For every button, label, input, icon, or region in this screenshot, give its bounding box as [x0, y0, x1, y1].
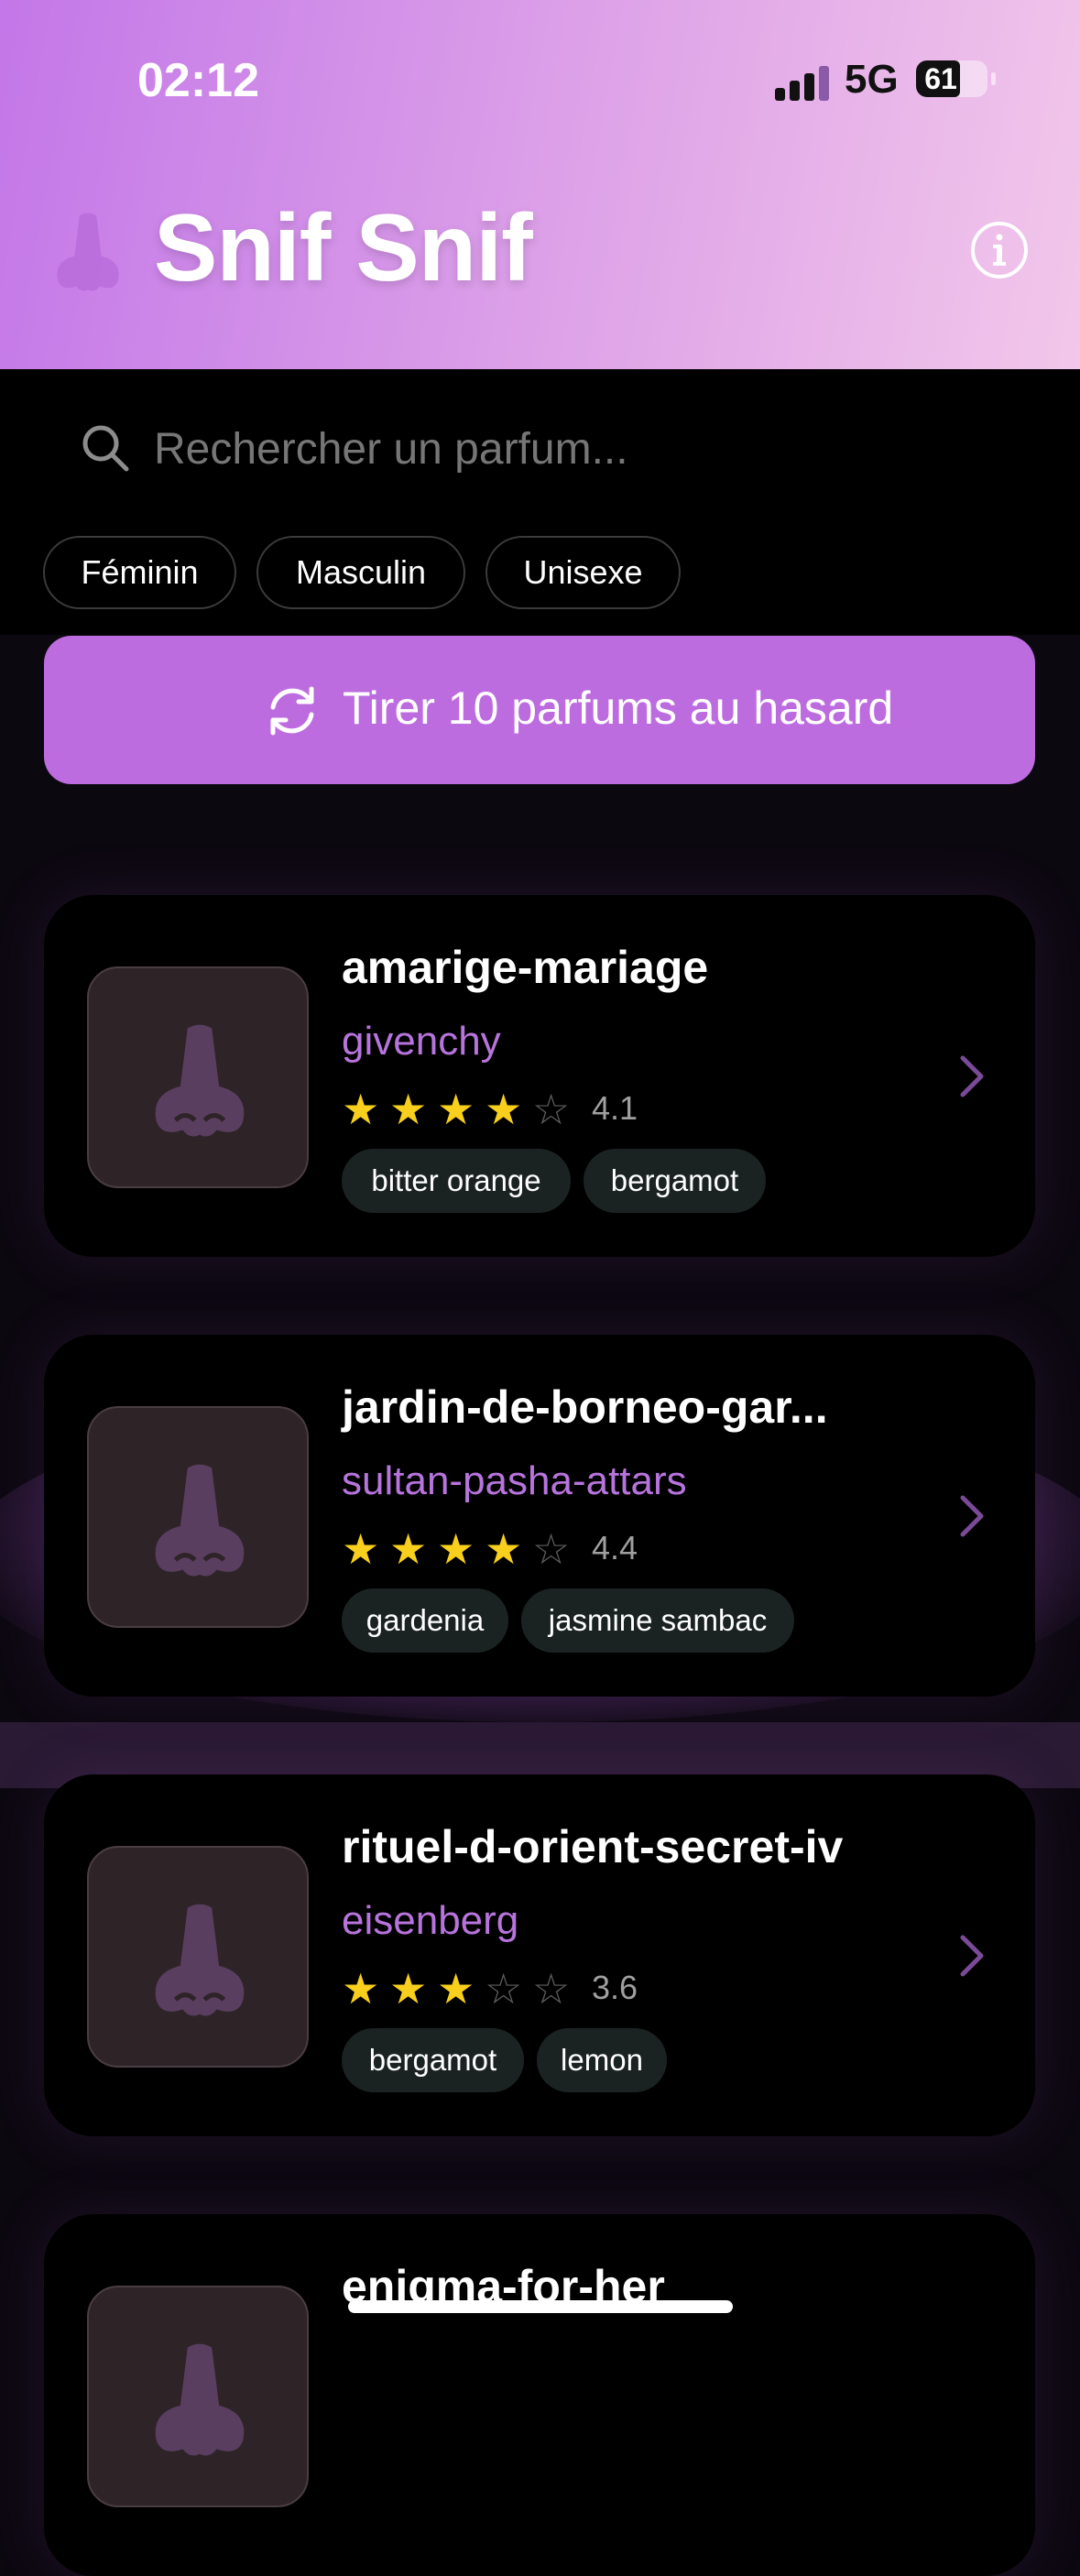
- nose-icon: [155, 1024, 245, 1137]
- star-empty-icon: ☆: [532, 1525, 571, 1573]
- perfume-name: rituel-d-orient-secret-iv: [342, 1821, 844, 1872]
- note-tag: bitter orange: [342, 1149, 571, 1213]
- star-filled-icon: ★: [389, 1086, 428, 1133]
- note-tag: lemon: [537, 2028, 667, 2092]
- random-perfumes-button[interactable]: Tirer 10 parfums au hasard: [44, 636, 1035, 784]
- note-tag: jasmine sambac: [521, 1588, 794, 1653]
- chevron-right-icon: [960, 1495, 984, 1537]
- star-filled-icon: ★: [437, 1086, 475, 1133]
- nose-icon: [155, 2343, 245, 2456]
- perfume-brand: sultan-pasha-attars: [342, 1458, 687, 1503]
- chevron-right-icon: [960, 1935, 984, 1977]
- star-empty-icon: ☆: [532, 1965, 571, 2013]
- star-filled-icon: ★: [342, 1525, 380, 1573]
- search-icon: [82, 425, 129, 472]
- nose-icon: [57, 213, 119, 291]
- perfume-card[interactable]: amarige-mariage givenchy ★ ★ ★ ★ ☆ 4.1 bitte…: [44, 895, 1035, 1257]
- nose-icon: [155, 1464, 245, 1577]
- perfume-brand: eisenberg: [342, 1898, 519, 1943]
- perfume-card[interactable]: enigma-for-her: [44, 2214, 1035, 2576]
- perfume-thumbnail: [87, 2286, 309, 2507]
- star-filled-icon: ★: [389, 1525, 428, 1573]
- filter-chip-unisexe[interactable]: Unisexe: [485, 536, 681, 609]
- filter-chip-feminin[interactable]: Féminin: [43, 536, 236, 609]
- star-filled-icon: ★: [437, 1965, 475, 2013]
- app-title: Snif Snif: [154, 195, 533, 301]
- app-header: 02:12 5G 61 Snif Snif: [0, 0, 1080, 369]
- perfume-thumbnail: [87, 1846, 309, 2068]
- note-tag: gardenia: [342, 1588, 508, 1653]
- info-icon[interactable]: [969, 220, 1030, 280]
- battery-level: 61: [924, 62, 957, 95]
- search-input[interactable]: [154, 417, 978, 481]
- chevron-right-icon: [960, 1055, 984, 1097]
- note-tag: bergamot: [342, 2028, 524, 2092]
- home-indicator[interactable]: [348, 2300, 733, 2313]
- perfume-name: amarige-mariage: [342, 942, 709, 993]
- star-empty-icon: ☆: [532, 1086, 571, 1133]
- perfume-thumbnail: [87, 966, 309, 1188]
- star-filled-icon: ★: [389, 1965, 428, 2013]
- battery-icon: 61: [916, 60, 996, 97]
- perfume-card[interactable]: jardin-de-borneo-gar... sultan-pasha-att…: [44, 1335, 1035, 1697]
- filter-chip-masculin[interactable]: Masculin: [256, 536, 465, 609]
- star-filled-icon: ★: [485, 1525, 523, 1573]
- note-tag: bergamot: [584, 1149, 766, 1213]
- star-empty-icon: ☆: [485, 1965, 523, 2013]
- perfume-card[interactable]: rituel-d-orient-secret-iv eisenberg ★ ★ ★ ☆…: [44, 1774, 1035, 2136]
- star-filled-icon: ★: [437, 1525, 475, 1573]
- perfume-thumbnail: [87, 1406, 309, 1628]
- star-filled-icon: ★: [485, 1086, 523, 1133]
- rating-value: 4.4: [592, 1529, 638, 1566]
- rating-value: 3.6: [592, 1969, 638, 2006]
- star-filled-icon: ★: [342, 1086, 380, 1133]
- signal-icon: [775, 64, 830, 101]
- random-button-label: Tirer 10 parfums au hasard: [343, 682, 894, 734]
- perfume-brand: givenchy: [342, 1019, 501, 1064]
- star-filled-icon: ★: [342, 1965, 380, 2013]
- network-label: 5G: [845, 57, 899, 102]
- rating-value: 4.1: [592, 1089, 638, 1127]
- refresh-icon: [270, 686, 314, 736]
- perfume-name: jardin-de-borneo-gar...: [342, 1381, 828, 1433]
- nose-icon: [155, 1904, 245, 2016]
- status-time: 02:12: [137, 54, 259, 107]
